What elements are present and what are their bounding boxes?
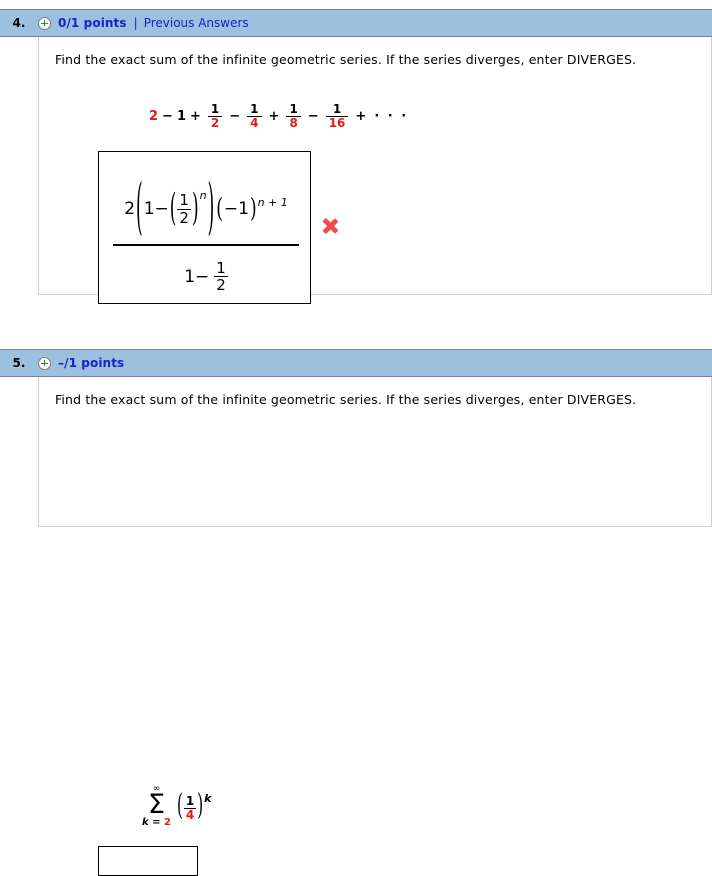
series-term-2: 1 [176,108,186,124]
question-5-points: –/1 points [58,356,125,370]
summation-fraction: 1 4 [183,794,197,822]
series-term-1: 2 [149,108,159,124]
outer-paren-close: ) [207,173,215,245]
series-fraction-1-numerator: 1 [210,102,220,116]
question-4-prompt: Find the exact sum of the infinite geome… [55,52,637,67]
question-4-points: 0/1 points [58,16,127,30]
series-op-5: − [307,108,319,124]
question-5-prompt: Find the exact sum of the infinite geome… [55,392,637,407]
series-fraction-3-numerator: 1 [289,102,298,116]
question-4-header: 4. 0/1 points | Previous Answers [0,9,712,37]
series-fraction-1: 1 2 [207,102,223,130]
series-fraction-4-denominator: 16 [325,115,349,130]
answer-coefficient: 2 [124,199,136,219]
summation-paren-close: ) [197,788,204,823]
series-fraction-2: 1 4 [247,102,262,130]
series-fraction-3: 1 8 [286,102,301,130]
plus-circle-icon[interactable] [38,16,51,30]
series-fraction-3-denominator: 8 [286,115,301,130]
negone-paren-close: ) [249,193,257,225]
summation-exponent: k [204,792,212,806]
series-fraction-4-numerator: 1 [332,102,342,116]
plus-circle-icon[interactable] [38,356,51,370]
series-fraction-2-numerator: 1 [250,102,259,116]
summation-term: ( 1 4 ) k [176,788,212,822]
answer-one: 1 [143,199,155,219]
answer-inner-exponent: n [199,188,207,202]
question-4-separator: | [133,16,138,30]
summation-lower-limit: k = 2 [142,816,171,828]
series-op-6: + [355,108,367,124]
inner-paren-open: ( [169,187,177,231]
series-op-3: − [229,108,241,124]
question-5-number: 5. [12,356,26,370]
series-fraction-2-denominator: 4 [247,115,262,130]
incorrect-x-icon [321,217,339,235]
answer-minus: − [154,199,169,219]
series-ellipsis: · · · [374,108,409,124]
series-op-4: + [268,108,280,124]
summation-start-value: 2 [164,816,171,828]
previous-answers-link[interactable]: Previous Answers [144,16,249,30]
answer-inner-fraction: 1 2 [177,192,191,226]
answer-negone-value: 1 [238,199,249,219]
negone-paren-open: ( [216,193,223,225]
question-4-submitted-answer-box: 2 ( 1 − ( 1 2 ) n ) ( − 1) n + 1 1 − 1 … [98,151,311,304]
series-op-1: − [162,108,173,124]
answer-denominator-fraction: 1 2 [214,260,228,294]
answer-numerator-row: 2 ( 1 − ( 1 2 ) n ) ( − 1) n + 1 [108,173,304,245]
answer-denominator-row: 1 − 1 2 [108,246,304,308]
answer-denominator-fraction-numerator: 1 [216,258,226,277]
question-5-answer-input[interactable] [98,846,198,876]
answer-denominator-fraction-denominator: 2 [214,276,228,295]
summation-equals: = [152,816,161,828]
summation-fraction-denominator: 4 [183,807,197,822]
question-4-series-expression: 2 − 1 + 1 2 − 1 4 + 1 8 − 1 16 + · · · [149,103,408,129]
summation-index: k [142,816,149,828]
sigma-icon: Σ [147,789,166,820]
summation-paren-open: ( [176,788,183,823]
outer-paren-open: ( [136,173,143,245]
series-op-2: + [190,108,201,124]
question-5-header: 5. –/1 points [0,349,712,377]
answer-negone-minus: − [223,199,239,219]
question-4-body: Find the exact sum of the infinite geome… [38,37,712,304]
answer-inner-fraction-denominator: 2 [177,208,191,227]
assignment-page: 4. 0/1 points | Previous Answers Find th… [0,0,712,876]
summation-operator: ∞ Σ k = 2 [142,785,171,828]
series-fraction-1-denominator: 2 [207,115,223,130]
question-4-answer-expression: 2 ( 1 − ( 1 2 ) n ) ( − 1) n + 1 1 − 1 … [108,173,304,308]
summation-fraction-numerator: 1 [185,794,195,809]
question-4-number: 4. [12,16,26,30]
answer-inner-fraction-numerator: 1 [179,191,189,209]
series-fraction-4: 1 16 [325,102,349,130]
question-5-body: Find the exact sum of the infinite geome… [38,377,712,876]
question-block-5: 5. –/1 points Find the exact sum of the … [0,349,712,876]
question-block-4: 4. 0/1 points | Previous Answers Find th… [0,9,712,304]
answer-negone-exponent: n + 1 [257,195,288,209]
answer-denominator-minus: − [195,266,210,287]
question-5-summation-expression: ∞ Σ k = 2 ( 1 4 ) k [142,785,211,828]
answer-denominator-one: 1 [184,266,196,287]
inner-paren-close: ) [191,187,199,231]
